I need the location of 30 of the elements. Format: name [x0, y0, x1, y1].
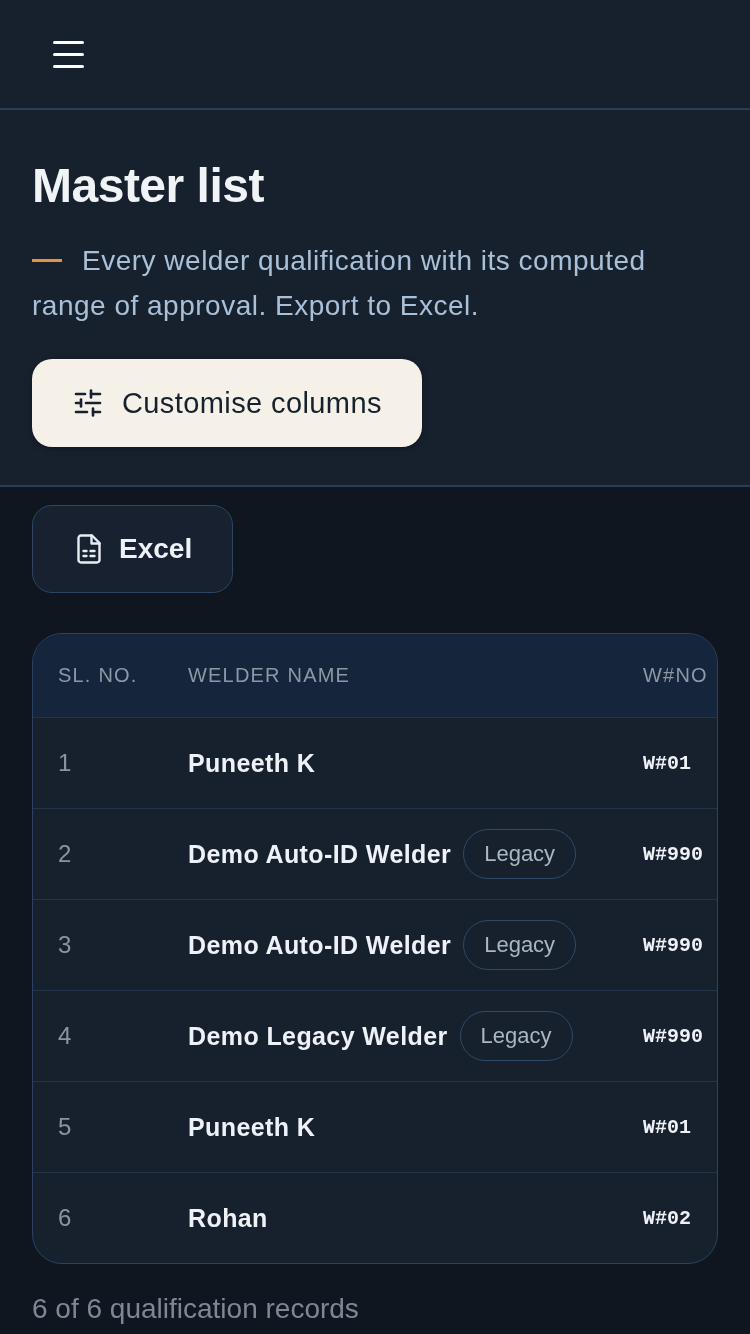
- welder-name: Rohan: [188, 1203, 268, 1233]
- status-tag: Legacy: [463, 920, 577, 970]
- row-number: 4: [58, 1022, 72, 1049]
- row-number: 3: [58, 931, 72, 958]
- welder-number: W#02: [643, 1206, 691, 1230]
- customise-columns-button[interactable]: Customise columns: [32, 359, 422, 447]
- welder-name: Demo Auto-ID Welder: [188, 930, 452, 960]
- excel-export-button[interactable]: Excel: [32, 505, 234, 593]
- row-number: 1: [58, 749, 72, 776]
- column-header: SL. NO.: [57, 664, 139, 687]
- welder-number: W#990: [643, 842, 703, 866]
- menu-icon[interactable]: [53, 40, 84, 68]
- column-header: WELDER NAME: [188, 664, 352, 687]
- record-count: 6 of 6 qualification records: [32, 1292, 360, 1326]
- row-number: 6: [58, 1204, 72, 1231]
- welder-name: Demo Auto-ID Welder: [188, 839, 452, 869]
- column-header: W#NO: [643, 664, 709, 687]
- welder-name: Demo Legacy Welder: [188, 1021, 448, 1051]
- welder-name: Puneeth K: [188, 748, 316, 778]
- document-icon: [77, 534, 101, 564]
- welder-number: W#990: [643, 933, 703, 957]
- welder-name: Puneeth K: [188, 1112, 316, 1142]
- sliders-icon: [74, 389, 102, 417]
- welder-number: W#990: [643, 1024, 703, 1048]
- status-tag: Legacy: [463, 829, 577, 879]
- page-title: Master list: [32, 158, 265, 214]
- row-number: 5: [58, 1113, 72, 1140]
- welder-number: W#01: [643, 1115, 691, 1139]
- row-number: 2: [58, 840, 72, 867]
- welder-number: W#01: [643, 751, 691, 775]
